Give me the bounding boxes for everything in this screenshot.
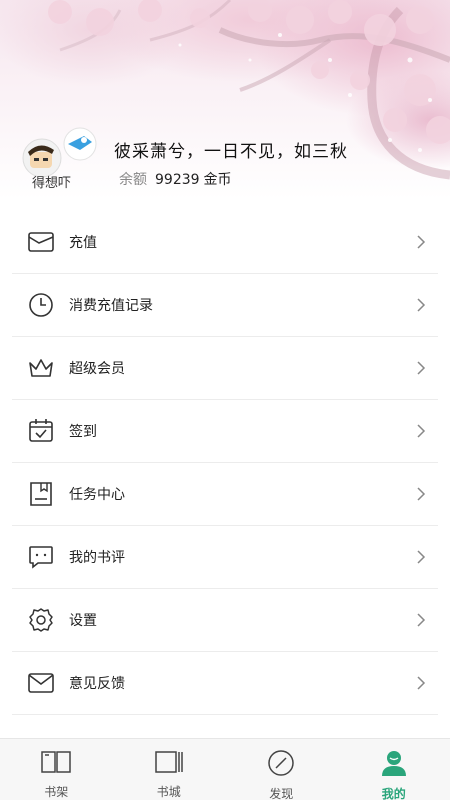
user-icon (378, 749, 410, 777)
menu-item-label: 消费充值记录 (69, 298, 153, 314)
compass-icon (265, 749, 297, 777)
gear-icon (27, 606, 55, 634)
chevron-right-icon (417, 424, 426, 438)
settings-menu: 充值 消费充值记录 超级会员 签到 任务中心 我的书评 设置 意见反馈 (0, 211, 450, 715)
tab-label: 发现 (269, 787, 294, 800)
tab-mine[interactable]: 我的 (338, 739, 450, 800)
menu-item-label: 我的书评 (69, 550, 125, 566)
menu-item-vip[interactable]: 超级会员 (12, 337, 438, 400)
chevron-right-icon (417, 676, 426, 690)
balance-label: 余额 (119, 172, 147, 188)
tab-label: 书架 (44, 785, 69, 799)
menu-item-reviews[interactable]: 我的书评 (12, 526, 438, 589)
tab-label: 我的 (381, 787, 406, 800)
menu-item-settings[interactable]: 设置 (12, 589, 438, 652)
username: 彼采萧兮，一日不见，如三秋 (114, 142, 348, 162)
menu-item-tasks[interactable]: 任务中心 (12, 463, 438, 526)
chevron-right-icon (417, 550, 426, 564)
clock-icon (27, 291, 55, 319)
balance-unit: 金币 (203, 172, 232, 188)
menu-item-checkin[interactable]: 签到 (12, 400, 438, 463)
calendar-check-icon (27, 417, 55, 445)
bookstore-icon (153, 749, 185, 775)
tab-label: 书城 (156, 785, 181, 799)
tab-bookshelf[interactable]: 书架 (0, 739, 113, 800)
tab-bookstore[interactable]: 书城 (113, 739, 226, 800)
chevron-right-icon (417, 235, 426, 249)
chevron-right-icon (417, 361, 426, 375)
menu-item-label: 任务中心 (69, 487, 125, 503)
menu-item-label: 签到 (69, 424, 97, 440)
crown-icon (27, 354, 55, 382)
chevron-right-icon (417, 613, 426, 627)
menu-item-label: 设置 (69, 613, 97, 629)
bookshelf-icon (40, 749, 72, 775)
task-icon (27, 480, 55, 508)
menu-item-feedback[interactable]: 意见反馈 (12, 652, 438, 715)
balance-value: 99239 (155, 172, 200, 188)
wallet-icon (27, 228, 55, 256)
tab-discover[interactable]: 发现 (225, 739, 338, 800)
menu-item-recharge[interactable]: 充值 (12, 211, 438, 274)
menu-item-records[interactable]: 消费充值记录 (12, 274, 438, 337)
comment-icon (27, 543, 55, 571)
chevron-right-icon (417, 487, 426, 501)
balance: 余额 99239 金币 (119, 169, 232, 189)
mail-icon (27, 669, 55, 697)
menu-item-label: 充值 (69, 235, 97, 251)
avatar-caption: 得想吓 (32, 176, 72, 191)
bottom-tab-bar: 书架 书城 发现 我的 (0, 738, 450, 800)
chevron-right-icon (417, 298, 426, 312)
menu-item-label: 意见反馈 (69, 676, 125, 692)
profile-header: 得想吓 彼采萧兮，一日不见，如三秋 余额 99239 金币 (0, 0, 450, 210)
menu-item-label: 超级会员 (69, 361, 125, 377)
